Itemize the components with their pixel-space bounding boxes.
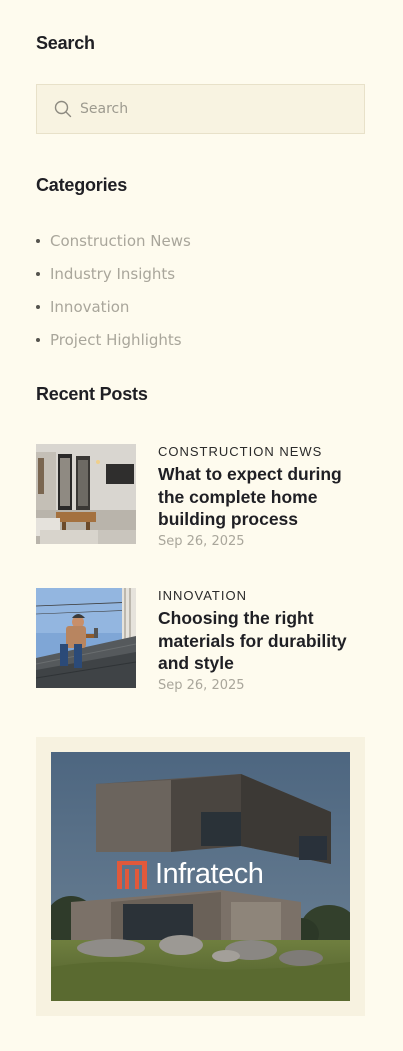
- promo-banner: Infratech: [36, 737, 365, 1016]
- brand-logo: Infratech: [117, 858, 264, 891]
- banner-image-link[interactable]: Infratech: [51, 752, 350, 1001]
- infratech-logo-icon: [117, 860, 147, 889]
- category-link-project-highlights[interactable]: Project Highlights: [50, 331, 182, 349]
- post-title-link[interactable]: What to expect during the complete home …: [158, 463, 365, 531]
- post-date: Sep 26, 2025: [158, 533, 245, 549]
- bullet-dot: [36, 304, 40, 309]
- recent-post: CONSTRUCTION NEWS What to expect during …: [36, 444, 365, 549]
- category-link-construction-news[interactable]: Construction News: [50, 232, 191, 250]
- category-item: Innovation: [36, 290, 191, 323]
- search-box[interactable]: [36, 84, 365, 134]
- bullet-dot: [36, 337, 40, 342]
- category-list: Construction News Industry Insights Inno…: [36, 224, 191, 356]
- post-category-link[interactable]: CONSTRUCTION NEWS: [158, 444, 365, 460]
- bullet-dot: [36, 238, 40, 243]
- brand-name: Infratech: [155, 858, 264, 890]
- post-date: Sep 26, 2025: [158, 677, 245, 693]
- post-thumbnail-roofer[interactable]: [36, 588, 136, 688]
- search-icon[interactable]: [54, 100, 72, 118]
- categories-widget-title: Categories: [36, 175, 128, 195]
- post-title-link[interactable]: Choosing the right materials for durabil…: [158, 607, 365, 675]
- category-item: Project Highlights: [36, 323, 191, 356]
- post-body: CONSTRUCTION NEWS What to expect during …: [158, 444, 365, 549]
- recent-posts-widget-title: Recent Posts: [36, 384, 148, 404]
- blog-sidebar: Search Categories Construction News Indu…: [0, 0, 403, 1051]
- category-link-innovation[interactable]: Innovation: [50, 298, 129, 316]
- category-item: Industry Insights: [36, 257, 191, 290]
- post-category-link[interactable]: INNOVATION: [158, 588, 365, 604]
- search-input[interactable]: [80, 101, 340, 117]
- post-thumbnail-interior[interactable]: [36, 444, 136, 544]
- category-link-industry-insights[interactable]: Industry Insights: [50, 265, 175, 283]
- bullet-dot: [36, 271, 40, 276]
- category-item: Construction News: [36, 224, 191, 257]
- post-body: INNOVATION Choosing the right materials …: [158, 588, 365, 693]
- recent-post: INNOVATION Choosing the right materials …: [36, 588, 365, 693]
- search-widget-title: Search: [36, 33, 95, 53]
